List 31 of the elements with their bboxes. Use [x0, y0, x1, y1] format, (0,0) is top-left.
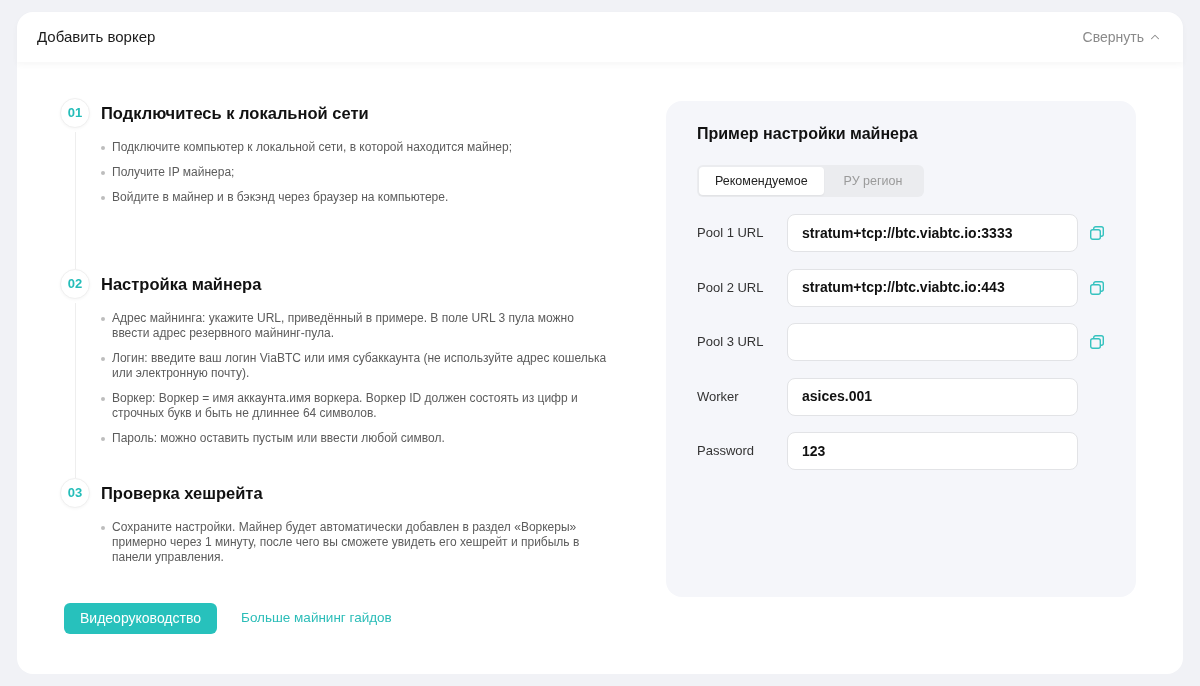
field-label: Password: [697, 442, 756, 461]
step-instruction: Войдите в майнер и в бэкэнд через браузер на компьютере.: [112, 190, 449, 205]
input-field[interactable]: 123: [787, 432, 1078, 470]
example-title: Пример настройки майнера: [697, 124, 919, 144]
field-label: Worker: [697, 387, 740, 406]
input-field[interactable]: [787, 323, 1078, 361]
field-label: Pool 2 URL: [697, 278, 765, 297]
step-instruction: Адрес майнинга: укажите URL, приведённый в примере. В поле URL 3 пула можно ввести адрес резервного майнинг-пула.: [112, 311, 575, 341]
step-instruction: Логин: введите ваш логин ViaBTC или имя субаккаунта (не используйте адрес кошелька или электронную почту).: [112, 351, 608, 381]
step-instruction: Воркер: Воркер = имя аккаунта.имя воркера. Воркер ID должен состоять из цифр и строчных букв и быть не длиннее 64 символов.: [112, 391, 579, 421]
field-label: Pool 1 URL: [697, 224, 765, 243]
field-label: Pool 3 URL: [697, 333, 765, 352]
copy-icon[interactable]: [1090, 335, 1104, 349]
step-instruction: Подключите компьютер к локальной сети, в которой находится майнер;: [112, 140, 512, 155]
copy-icon[interactable]: [1090, 226, 1104, 240]
card-title: Добавить воркер: [37, 26, 156, 47]
input-field[interactable]: stratum+tcp://btc.viabtc.io:3333: [787, 214, 1078, 252]
step-instruction: Сохраните настройки. Майнер будет автоматически добавлен в раздел «Воркеры» примерно через 1 минуту, после чего вы сможете увидеть его хешрейт и прибыль в панели управления.: [112, 520, 581, 565]
step-title: Проверка хешрейта: [101, 482, 264, 504]
input-field[interactable]: stratum+tcp://btc.viabtc.io:443: [787, 268, 1078, 307]
step-number: 01: [60, 98, 90, 128]
step-instruction: Пароль: можно оставить пустым или ввести любой символ.: [112, 431, 445, 446]
input-field[interactable]: asices.001: [787, 377, 1078, 416]
copy-icon[interactable]: [1090, 280, 1104, 295]
step-title: Подключитесь к локальной сети: [101, 102, 370, 124]
step-title: Настройка майнера: [101, 273, 263, 295]
step-number: 02: [60, 269, 90, 299]
collapse-button[interactable]: Свернуть: [1082, 26, 1162, 48]
step-instruction: Получите IP майнера;: [112, 165, 235, 180]
step-number: 03: [60, 478, 90, 508]
region-tab[interactable]: Рекомендуемое: [699, 167, 824, 195]
